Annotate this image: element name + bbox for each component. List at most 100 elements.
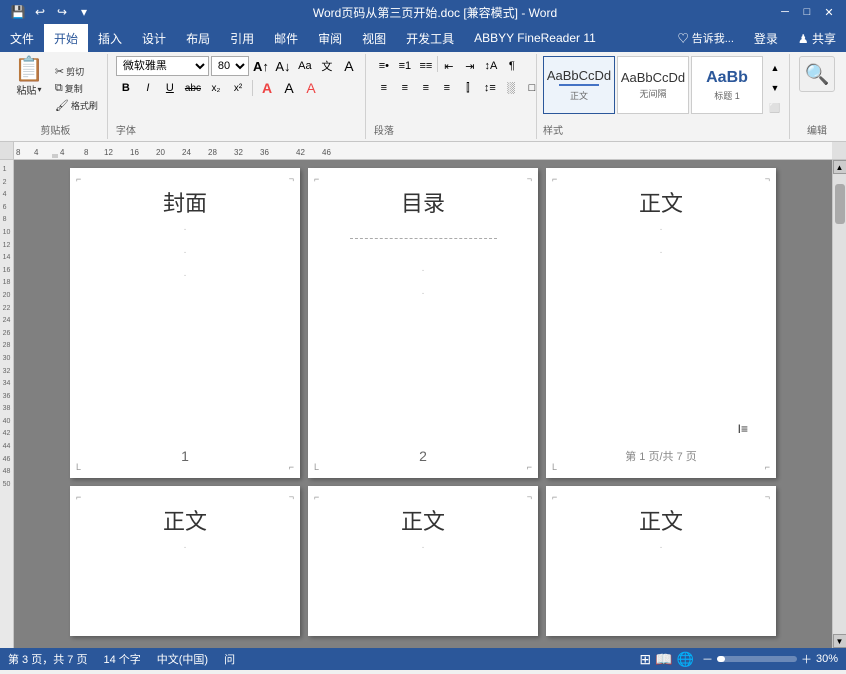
print-layout-btn[interactable]: ⊞ bbox=[639, 651, 651, 668]
window-controls: ─ □ ✕ bbox=[776, 3, 838, 21]
login-button[interactable]: 登录 bbox=[744, 24, 788, 52]
menu-view[interactable]: 视图 bbox=[352, 24, 396, 52]
style-no-spacing[interactable]: AaBbCcDd 无间隔 bbox=[617, 56, 689, 114]
menu-abbyy[interactable]: ABBYY FineReader 11 bbox=[464, 24, 606, 52]
cover-number: 1 bbox=[181, 448, 189, 464]
zoom-in-btn[interactable]: ＋ bbox=[801, 651, 812, 667]
text-effect-btn[interactable]: A bbox=[257, 78, 277, 98]
page-count-status: 第 3 页，共 7 页 bbox=[8, 651, 87, 667]
document-canvas[interactable]: ⌐ ¬ 封面 · · · 1 L ⌐ ⌐ ¬ 目录 · · 2 L ⌐ bbox=[14, 160, 832, 648]
change-case-btn[interactable]: Aa bbox=[295, 56, 315, 76]
toc-line bbox=[350, 238, 497, 239]
decrease-font-btn[interactable]: A↓ bbox=[273, 56, 293, 76]
minimize-button[interactable]: ─ bbox=[776, 3, 794, 21]
styles-panel: AaBbCcDd 正文 AaBbCcDd 无间隔 AaBb 标题 1 ▲ ▼ ⬜ bbox=[543, 56, 785, 120]
menu-mail[interactable]: 邮件 bbox=[264, 24, 308, 52]
menu-home[interactable]: 开始 bbox=[44, 24, 88, 52]
increase-font-btn[interactable]: A↑ bbox=[251, 56, 271, 76]
scroll-track[interactable] bbox=[833, 174, 846, 634]
customize-qa-button[interactable]: ▾ bbox=[74, 2, 94, 22]
subscript-btn[interactable]: x₂ bbox=[206, 78, 226, 98]
accessibility-icon[interactable]: 问 bbox=[224, 651, 235, 667]
menu-developer[interactable]: 开发工具 bbox=[396, 24, 464, 52]
sort-btn[interactable]: ↕A bbox=[481, 56, 501, 76]
font-name-select[interactable]: 微软雅黑 bbox=[116, 56, 209, 76]
content2-title: 正文 bbox=[163, 504, 207, 536]
strikethrough-btn[interactable]: abc bbox=[182, 78, 204, 98]
align-right-btn[interactable]: ≡ bbox=[416, 78, 436, 98]
ribbon: 📋 粘贴 ▾ ✂ 剪切 ⧉ 复制 🖌 格式刷 bbox=[0, 52, 846, 142]
font-color-btn[interactable]: A bbox=[301, 78, 321, 98]
scroll-down-btn[interactable]: ▼ bbox=[833, 634, 846, 648]
highlight-btn[interactable]: A bbox=[279, 78, 299, 98]
styles-expand[interactable]: ⬜ bbox=[765, 98, 785, 118]
redo-button[interactable]: ↪ bbox=[52, 2, 72, 22]
toc-dot2: · bbox=[421, 288, 424, 299]
clear-format-btn[interactable]: A bbox=[339, 56, 359, 76]
tell-me-button[interactable]: ♡ 告诉我... bbox=[668, 24, 744, 52]
increase-indent-btn[interactable]: ⇥ bbox=[460, 56, 480, 76]
undo-button[interactable]: ↩ bbox=[30, 2, 50, 22]
scroll-up-btn[interactable]: ▲ bbox=[833, 160, 846, 174]
justify-btn[interactable]: ≡ bbox=[437, 78, 457, 98]
content3-title: 正文 bbox=[401, 504, 445, 536]
page-content-3: ⌐ ¬ 正文 · bbox=[308, 486, 538, 636]
style-heading1[interactable]: AaBb 标题 1 bbox=[691, 56, 763, 114]
styles-scroll-up[interactable]: ▲ bbox=[765, 58, 785, 78]
style-normal[interactable]: AaBbCcDd 正文 bbox=[543, 56, 615, 114]
read-mode-btn[interactable]: 📖 bbox=[655, 651, 672, 668]
content4-corner-tl: ⌐ bbox=[552, 492, 557, 502]
page-corner-tl: ⌐ bbox=[76, 174, 81, 184]
menu-design[interactable]: 设计 bbox=[132, 24, 176, 52]
bullet-list-btn[interactable]: ≡• bbox=[374, 56, 394, 76]
content2-dot: · bbox=[183, 542, 186, 553]
vertical-scrollbar[interactable]: ▲ ▼ bbox=[832, 160, 846, 648]
column-text-btn[interactable]: ⫿ bbox=[458, 78, 478, 98]
page-corner-tr: ¬ bbox=[289, 174, 294, 184]
web-layout-btn[interactable]: 🌐 bbox=[677, 651, 694, 668]
copy-button[interactable]: ⧉ 复制 bbox=[52, 81, 101, 96]
show-hide-btn[interactable]: ¶ bbox=[502, 56, 522, 76]
superscript-btn[interactable]: x² bbox=[228, 78, 248, 98]
content4-dot: · bbox=[659, 542, 662, 553]
center-btn[interactable]: ≡ bbox=[395, 78, 415, 98]
scroll-thumb[interactable] bbox=[835, 184, 845, 224]
multi-list-btn[interactable]: ≡≡ bbox=[416, 56, 436, 76]
save-button[interactable]: 💾 bbox=[8, 2, 28, 22]
paste-button[interactable]: 📋 粘贴 ▾ bbox=[10, 56, 48, 120]
bold-btn[interactable]: B bbox=[116, 78, 136, 98]
cut-button[interactable]: ✂ 剪切 bbox=[52, 64, 101, 79]
decrease-indent-btn[interactable]: ⇤ bbox=[439, 56, 459, 76]
char-count-status: 14 个字 bbox=[103, 651, 140, 667]
content1-dot2: · bbox=[659, 247, 662, 258]
content2-corner-tl: ⌐ bbox=[76, 492, 81, 502]
menu-review[interactable]: 审阅 bbox=[308, 24, 352, 52]
menu-insert[interactable]: 插入 bbox=[88, 24, 132, 52]
line-spacing-btn[interactable]: ↕≡ bbox=[480, 78, 500, 98]
restore-button[interactable]: □ bbox=[798, 3, 816, 21]
shading-btn[interactable]: ░ bbox=[501, 78, 521, 98]
clipboard-group: 📋 粘贴 ▾ ✂ 剪切 ⧉ 复制 🖌 格式刷 bbox=[4, 54, 108, 139]
search-button[interactable]: 🔍 bbox=[799, 56, 835, 92]
font-size-select[interactable]: 80 bbox=[211, 56, 249, 76]
zoom-slider[interactable] bbox=[717, 656, 797, 662]
svg-text:8: 8 bbox=[84, 148, 89, 157]
numbered-list-btn[interactable]: ≡1 bbox=[395, 56, 415, 76]
menu-layout[interactable]: 布局 bbox=[176, 24, 220, 52]
styles-scroll-down[interactable]: ▼ bbox=[765, 78, 785, 98]
para-row2: ≡ ≡ ≡ ≡ ⫿ ↕≡ ░ □ bbox=[374, 78, 530, 98]
quick-access-toolbar: 💾 ↩ ↪ ▾ bbox=[8, 2, 94, 22]
format-painter-button[interactable]: 🖌 格式刷 bbox=[52, 98, 101, 113]
page-corner-bl: L bbox=[76, 462, 81, 472]
pinyin-btn[interactable]: 文 bbox=[317, 56, 337, 76]
menu-file[interactable]: 文件 bbox=[0, 24, 44, 52]
underline-btn[interactable]: U bbox=[160, 78, 180, 98]
close-button[interactable]: ✕ bbox=[820, 3, 838, 21]
menu-references[interactable]: 引用 bbox=[220, 24, 264, 52]
align-left-btn[interactable]: ≡ bbox=[374, 78, 394, 98]
ruler-right-corner bbox=[832, 142, 846, 159]
share-button[interactable]: ♟ 共享 bbox=[788, 24, 846, 52]
cover-dot3: · bbox=[183, 270, 186, 281]
italic-btn[interactable]: I bbox=[138, 78, 158, 98]
zoom-out-btn[interactable]: － bbox=[702, 651, 713, 667]
